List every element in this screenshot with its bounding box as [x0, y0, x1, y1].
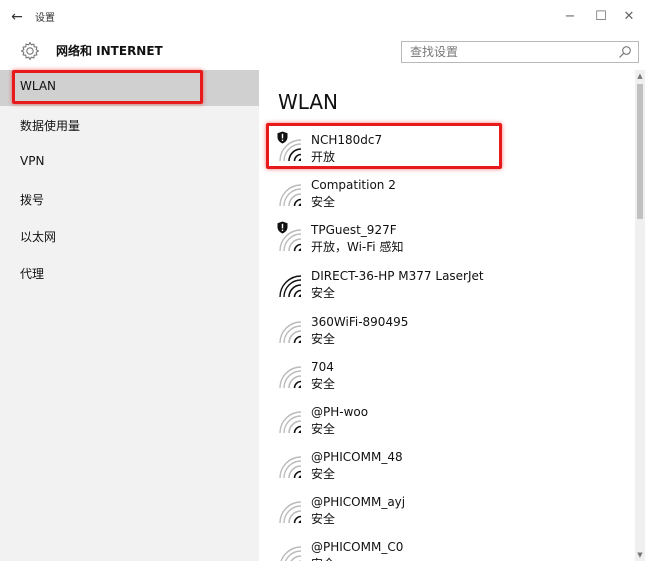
network-name: @PHICOMM_C0: [311, 540, 404, 554]
highlight-box-network: [266, 123, 502, 169]
sidebar-item-vpn[interactable]: VPN: [0, 145, 259, 181]
scrollbar-thumb[interactable]: [637, 84, 643, 219]
sidebar-item-label: 拨号: [20, 193, 45, 207]
network-item[interactable]: DIRECT-36-HP M377 LaserJet 安全: [259, 269, 635, 313]
search-icon[interactable]: [618, 45, 632, 59]
wifi-signal-icon: [279, 501, 302, 524]
minimize-button[interactable]: −: [558, 8, 582, 26]
sidebar-item-label: 以太网: [20, 230, 57, 244]
sidebar-item-data-usage[interactable]: 数据使用量: [0, 108, 259, 144]
page-title: 网络和 INTERNET: [56, 44, 163, 58]
network-item[interactable]: Compatition 2 安全: [259, 178, 635, 222]
wifi-signal-icon: [279, 321, 302, 344]
network-name: 360WiFi-890495: [311, 315, 409, 329]
gear-icon: [20, 41, 40, 61]
network-status: 安全: [311, 422, 336, 436]
network-item[interactable]: @PHICOMM_C0 安全: [259, 540, 635, 561]
network-name: @PHICOMM_48: [311, 450, 403, 464]
search-box[interactable]: [401, 41, 639, 63]
sidebar-item-proxy[interactable]: 代理: [0, 256, 259, 292]
title-bar: ← 设置 − ☐ ✕: [0, 0, 645, 36]
scroll-up-arrow-icon[interactable]: ▲: [635, 72, 645, 80]
network-item[interactable]: @PHICOMM_ayj 安全: [259, 495, 635, 539]
back-arrow-icon[interactable]: ←: [8, 8, 26, 26]
scroll-down-arrow-icon[interactable]: ▼: [635, 551, 645, 559]
scrollbar[interactable]: ▲ ▼: [635, 70, 645, 561]
network-name: @PH-woo: [311, 405, 369, 419]
network-name: DIRECT-36-HP M377 LaserJet: [311, 269, 484, 283]
network-item[interactable]: @PHICOMM_48 安全: [259, 450, 635, 494]
wifi-signal-icon: [280, 546, 302, 561]
network-status: 安全: [311, 377, 336, 391]
section-title: WLAN: [278, 90, 339, 114]
network-status: 开放，Wi-Fi 感知: [311, 240, 404, 254]
window-title: 设置: [35, 13, 55, 24]
network-status: 安全: [311, 195, 336, 209]
network-item[interactable]: 360WiFi-890495 安全: [259, 315, 635, 359]
network-name: @PHICOMM_ayj: [311, 495, 406, 509]
search-input[interactable]: [402, 42, 620, 62]
close-button[interactable]: ✕: [617, 8, 641, 26]
network-item[interactable]: 704 安全: [259, 360, 635, 404]
network-status: 安全: [311, 512, 336, 526]
network-item[interactable]: TPGuest_927F 开放，Wi-Fi 感知: [259, 221, 635, 267]
page-header: 网络和 INTERNET: [0, 36, 645, 68]
network-name: TPGuest_927F: [311, 223, 397, 237]
network-status: 安全: [311, 332, 336, 346]
network-name: Compatition 2: [311, 178, 396, 192]
maximize-button[interactable]: ☐: [589, 8, 613, 26]
wifi-signal-icon: [279, 275, 302, 298]
highlight-box-wlan: [12, 70, 203, 104]
wifi-signal-icon: [279, 456, 302, 479]
sidebar-item-ethernet[interactable]: 以太网: [0, 219, 259, 255]
network-status: 安全: [311, 555, 335, 561]
sidebar-item-label: 数据使用量: [20, 119, 81, 133]
settings-window: ← 设置 − ☐ ✕ 网络和 INTERNET WLAN 数据使用量 VPN: [0, 0, 645, 561]
sidebar-item-label: 代理: [20, 267, 45, 281]
sidebar: WLAN 数据使用量 VPN 拨号 以太网 代理: [0, 70, 259, 561]
shield-warning-icon: [277, 221, 288, 234]
wifi-signal-icon: [279, 184, 302, 207]
network-name: 704: [311, 360, 334, 374]
network-item[interactable]: @PH-woo 安全: [259, 405, 635, 449]
network-status: 安全: [311, 286, 336, 300]
sidebar-item-label: VPN: [20, 154, 45, 168]
wifi-signal-icon: [279, 411, 302, 434]
wifi-signal-icon: [279, 366, 302, 389]
sidebar-item-dial-up[interactable]: 拨号: [0, 182, 259, 218]
network-status: 安全: [311, 467, 336, 481]
